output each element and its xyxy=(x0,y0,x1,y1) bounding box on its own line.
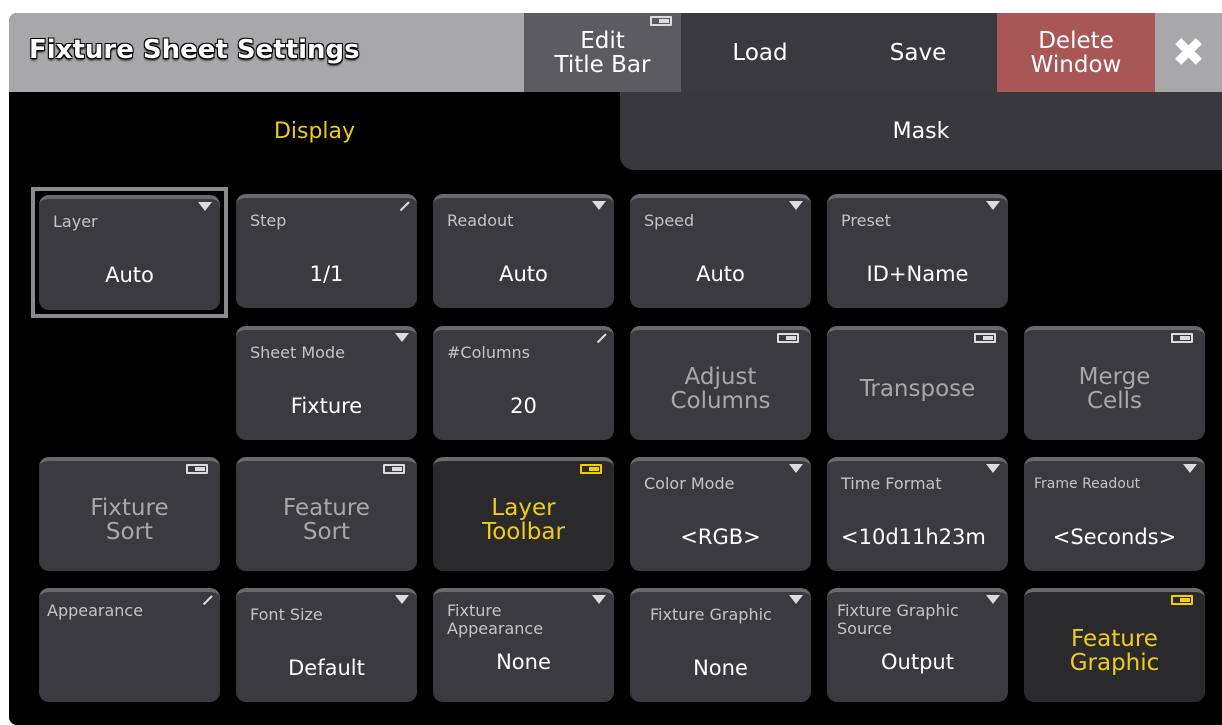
fixture-graphic-source-value: Output xyxy=(881,650,954,674)
dropdown-arrow-icon xyxy=(789,595,803,604)
frame-readout-button[interactable]: Frame Readout <Seconds> xyxy=(1024,457,1205,571)
feature-sort-toggle[interactable]: Feature Sort xyxy=(236,457,417,571)
preset-button[interactable]: Preset ID+Name xyxy=(827,194,1008,308)
layer-value: Auto xyxy=(105,263,154,287)
dropdown-arrow-icon xyxy=(986,201,1000,210)
feature-sort-label: Feature Sort xyxy=(283,495,370,545)
layer-toolbar-label: Layer Toolbar xyxy=(482,495,565,545)
layer-label: Layer xyxy=(53,212,98,231)
step-label: Step xyxy=(250,211,287,230)
sheet-mode-label: Sheet Mode xyxy=(250,343,345,362)
settings-grid: Layer Auto Step 1/1 Readout Auto Speed A… xyxy=(9,170,1222,725)
sheet-mode-button[interactable]: Sheet Mode Fixture xyxy=(236,326,417,440)
feature-graphic-toggle[interactable]: Feature Graphic xyxy=(1024,588,1205,702)
edit-pencil-icon xyxy=(399,201,410,212)
time-format-value: <10d11h23m xyxy=(841,525,986,549)
edit-title-bar-button[interactable]: Edit Title Bar xyxy=(524,13,681,92)
font-size-label: Font Size xyxy=(250,605,323,624)
edit-title-bar-label: Edit Title Bar xyxy=(554,27,651,78)
speed-value: Auto xyxy=(696,262,745,286)
edit-pencil-icon xyxy=(202,595,213,606)
color-mode-label: Color Mode xyxy=(644,474,735,493)
dropdown-arrow-icon xyxy=(395,333,409,342)
fixture-graphic-source-label: Fixture Graphic Source xyxy=(837,601,959,638)
fixture-sort-label: Fixture Sort xyxy=(90,495,169,545)
dropdown-arrow-icon xyxy=(986,464,1000,473)
font-size-value: Default xyxy=(288,656,365,680)
fixture-appearance-value: None xyxy=(496,650,551,674)
merge-cells-label: Merge Cells xyxy=(1078,364,1151,414)
close-icon: ✖ xyxy=(1171,29,1206,76)
step-value: 1/1 xyxy=(309,262,344,286)
preset-value: ID+Name xyxy=(866,262,969,286)
sheet-mode-value: Fixture xyxy=(290,394,363,418)
feature-graphic-label: Feature Graphic xyxy=(1069,626,1160,676)
columns-label: #Columns xyxy=(447,343,531,362)
color-mode-button[interactable]: Color Mode <RGB> xyxy=(630,457,811,571)
dropdown-arrow-icon xyxy=(592,201,606,210)
preset-label: Preset xyxy=(841,211,891,230)
fixture-appearance-label: Fixture Appearance xyxy=(447,601,544,638)
close-button[interactable]: ✖ xyxy=(1155,13,1222,92)
tab-mask[interactable]: Mask xyxy=(620,92,1222,170)
fixture-graphic-button[interactable]: Fixture Graphic None xyxy=(630,588,811,702)
fixture-sort-toggle[interactable]: Fixture Sort xyxy=(39,457,220,571)
speed-label: Speed xyxy=(644,211,695,230)
dropdown-arrow-icon xyxy=(198,202,212,211)
delete-window-label: Delete Window xyxy=(1030,27,1122,78)
layer-toolbar-toggle[interactable]: Layer Toolbar xyxy=(433,457,614,571)
appearance-button[interactable]: Appearance xyxy=(39,588,220,702)
readout-button[interactable]: Readout Auto xyxy=(433,194,614,308)
transpose-label: Transpose xyxy=(859,376,976,402)
fixture-appearance-button[interactable]: Fixture Appearance None xyxy=(433,588,614,702)
edit-pencil-icon xyxy=(596,333,607,344)
adjust-columns-toggle[interactable]: Adjust Columns xyxy=(630,326,811,440)
readout-label: Readout xyxy=(447,211,514,230)
columns-value: 20 xyxy=(510,394,537,418)
dropdown-arrow-icon xyxy=(986,595,1000,604)
frame-readout-label: Frame Readout xyxy=(1034,476,1141,492)
dropdown-arrow-icon xyxy=(395,595,409,604)
fixture-sheet-settings-window: Fixture Sheet Settings Edit Title Bar Lo… xyxy=(9,13,1222,725)
title-bar: Fixture Sheet Settings Edit Title Bar Lo… xyxy=(9,13,1222,92)
appearance-label: Appearance xyxy=(47,601,144,620)
save-button[interactable]: Save xyxy=(839,13,997,92)
window-title: Fixture Sheet Settings xyxy=(29,35,360,65)
dropdown-arrow-icon xyxy=(789,464,803,473)
time-format-label: Time Format xyxy=(841,474,942,493)
speed-button[interactable]: Speed Auto xyxy=(630,194,811,308)
time-format-button[interactable]: Time Format <10d11h23m xyxy=(827,457,1008,571)
delete-window-button[interactable]: Delete Window xyxy=(997,13,1155,92)
dropdown-arrow-icon xyxy=(592,595,606,604)
fixture-graphic-source-button[interactable]: Fixture Graphic Source Output xyxy=(827,588,1008,702)
frame-readout-value: <Seconds> xyxy=(1052,525,1177,549)
readout-value: Auto xyxy=(499,262,548,286)
layer-button[interactable]: Layer Auto xyxy=(39,195,220,310)
fixture-graphic-value: None xyxy=(693,656,748,680)
tab-display[interactable]: Display xyxy=(9,92,620,170)
step-button[interactable]: Step 1/1 xyxy=(236,194,417,308)
fixture-graphic-label: Fixture Graphic xyxy=(650,605,772,624)
font-size-button[interactable]: Font Size Default xyxy=(236,588,417,702)
columns-button[interactable]: #Columns 20 xyxy=(433,326,614,440)
merge-cells-toggle[interactable]: Merge Cells xyxy=(1024,326,1205,440)
dropdown-arrow-icon xyxy=(789,201,803,210)
adjust-columns-label: Adjust Columns xyxy=(670,364,771,414)
load-button[interactable]: Load xyxy=(681,13,839,92)
dropdown-arrow-icon xyxy=(1183,464,1197,473)
transpose-toggle[interactable]: Transpose xyxy=(827,326,1008,440)
toggle-indicator-icon xyxy=(650,16,672,26)
color-mode-value: <RGB> xyxy=(680,525,761,549)
